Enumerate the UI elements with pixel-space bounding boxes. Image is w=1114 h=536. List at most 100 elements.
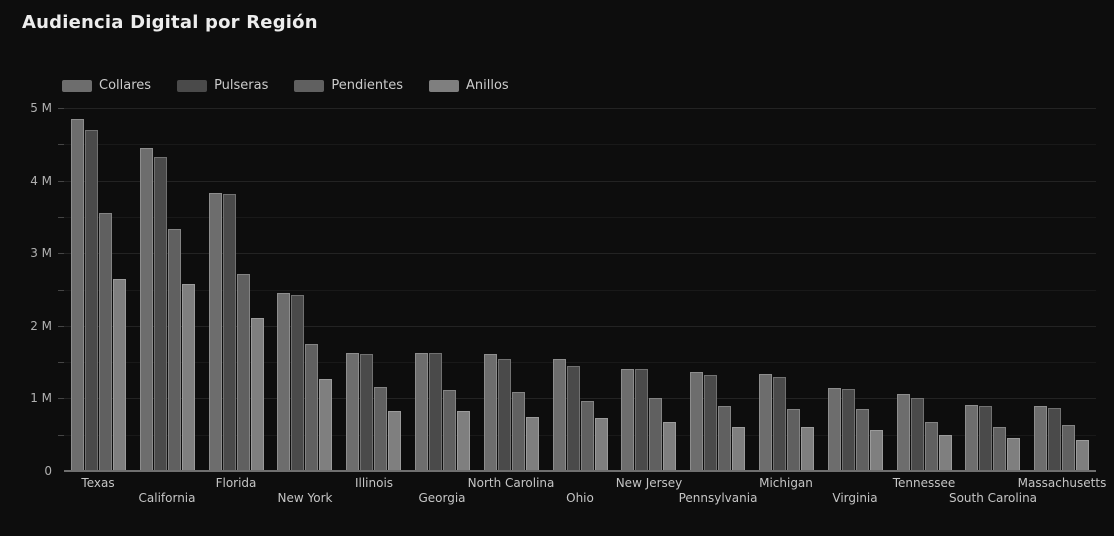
bar-pendientes-new-jersey [649, 398, 662, 471]
legend-item-collares[interactable]: Collares [62, 78, 151, 93]
bar-pulseras-virginia [842, 389, 855, 471]
bar-pendientes-california [168, 229, 181, 471]
legend-label: Anillos [465, 78, 509, 93]
bar-anillos-georgia [457, 411, 470, 471]
y-axis-label: 0 [44, 464, 52, 478]
x-axis-label: Ohio [566, 491, 594, 505]
bar-anillos-new-jersey [663, 422, 676, 471]
x-axis-label: Massachusetts [1017, 476, 1107, 490]
bar-pendientes-massachusetts [1062, 425, 1075, 471]
y-axis-tick [58, 362, 64, 363]
y-axis-tick [58, 253, 64, 254]
legend-item-anillos[interactable]: Anillos [428, 78, 509, 93]
legend-item-pulseras[interactable]: Pulseras [177, 78, 268, 93]
bar-pulseras-pennsylvania [704, 375, 717, 471]
bar-chart: Audiencia Digital por Región Collares Pul… [0, 0, 1114, 536]
bar-collares-new-york [277, 293, 290, 471]
gridline [64, 108, 1096, 109]
bar-collares-pennsylvania [690, 372, 703, 471]
bar-pulseras-south-carolina [979, 406, 992, 471]
bar-pendientes-illinois [374, 387, 387, 471]
x-axis-label: California [138, 491, 196, 505]
x-axis-label: Michigan [759, 476, 813, 490]
x-axis-label: South Carolina [948, 491, 1038, 505]
x-axis-label: North Carolina [467, 476, 555, 490]
bar-collares-tennessee [897, 394, 910, 471]
bar-pendientes-texas [99, 213, 112, 471]
legend-swatch-pendientes [294, 79, 325, 92]
bar-collares-north-carolina [484, 354, 497, 471]
gridline [64, 144, 1096, 145]
x-axis-label: Tennessee [892, 476, 956, 490]
bar-collares-florida [209, 193, 222, 471]
bar-pulseras-michigan [773, 377, 786, 471]
y-axis-label: 4 M [30, 174, 52, 188]
x-axis-label: New York [277, 491, 333, 505]
y-axis-tick [58, 290, 64, 291]
bar-pendientes-new-york [305, 344, 318, 471]
y-axis-tick [58, 326, 64, 327]
legend-label: Pulseras [214, 78, 269, 93]
bar-anillos-pennsylvania [732, 427, 745, 471]
y-axis-tick [58, 181, 64, 182]
y-axis-label: 1 M [30, 391, 52, 405]
bar-collares-georgia [415, 353, 428, 471]
bar-anillos-virginia [870, 430, 883, 471]
y-axis-label: 5 M [30, 101, 52, 115]
legend-item-pendientes[interactable]: Pendientes [294, 78, 403, 93]
bar-pendientes-pennsylvania [718, 406, 731, 471]
x-axis-label: Pennsylvania [678, 491, 758, 505]
gridline [64, 181, 1096, 182]
bar-pulseras-tennessee [911, 398, 924, 471]
legend: Collares Pulseras Pendientes Anillos [62, 78, 535, 93]
chart-title: Audiencia Digital por Región [22, 12, 318, 33]
bar-anillos-tennessee [939, 435, 952, 471]
bar-anillos-michigan [801, 427, 814, 471]
bar-collares-texas [71, 119, 84, 471]
y-axis-tick [58, 108, 64, 109]
bar-pendientes-michigan [787, 409, 800, 471]
bar-collares-south-carolina [965, 405, 978, 471]
bar-anillos-florida [251, 318, 264, 471]
bar-pulseras-ohio [567, 366, 580, 471]
bar-pulseras-texas [85, 130, 98, 471]
y-axis-tick [58, 217, 64, 218]
y-axis-label: 3 M [30, 246, 52, 260]
bar-collares-california [140, 148, 153, 471]
bar-pulseras-florida [223, 194, 236, 471]
x-axis-label: Florida [215, 476, 257, 490]
bar-anillos-new-york [319, 379, 332, 471]
bar-pulseras-new-york [291, 295, 304, 471]
bar-pendientes-georgia [443, 390, 456, 471]
bar-collares-virginia [828, 388, 841, 471]
bar-anillos-texas [113, 279, 126, 471]
y-axis-tick [58, 435, 64, 436]
bar-anillos-massachusetts [1076, 440, 1089, 471]
x-axis-label: Virginia [832, 491, 878, 505]
bar-pulseras-massachusetts [1048, 408, 1061, 471]
bar-pendientes-tennessee [925, 422, 938, 471]
x-axis-line [64, 470, 1096, 472]
x-axis-label: Texas [81, 476, 115, 490]
bar-anillos-california [182, 284, 195, 471]
legend-swatch-collares [62, 79, 92, 92]
legend-label: Pendientes [331, 78, 403, 93]
bar-collares-massachusetts [1034, 406, 1047, 471]
bar-pendientes-florida [237, 274, 250, 471]
legend-swatch-anillos [428, 79, 459, 92]
legend-swatch-pulseras [177, 79, 208, 92]
legend-label: Collares [99, 78, 152, 93]
bar-pendientes-ohio [581, 401, 594, 471]
y-axis-tick [58, 144, 64, 145]
bar-pendientes-south-carolina [993, 427, 1006, 471]
x-axis-label: Illinois [354, 476, 394, 490]
bar-pendientes-virginia [856, 409, 869, 471]
bar-pulseras-california [154, 157, 167, 471]
bar-collares-michigan [759, 374, 772, 471]
bar-collares-ohio [553, 359, 566, 471]
bar-anillos-south-carolina [1007, 438, 1020, 471]
bar-anillos-illinois [388, 411, 401, 471]
bar-pulseras-north-carolina [498, 359, 511, 471]
y-axis-label: 2 M [30, 319, 52, 333]
bar-pulseras-illinois [360, 354, 373, 471]
